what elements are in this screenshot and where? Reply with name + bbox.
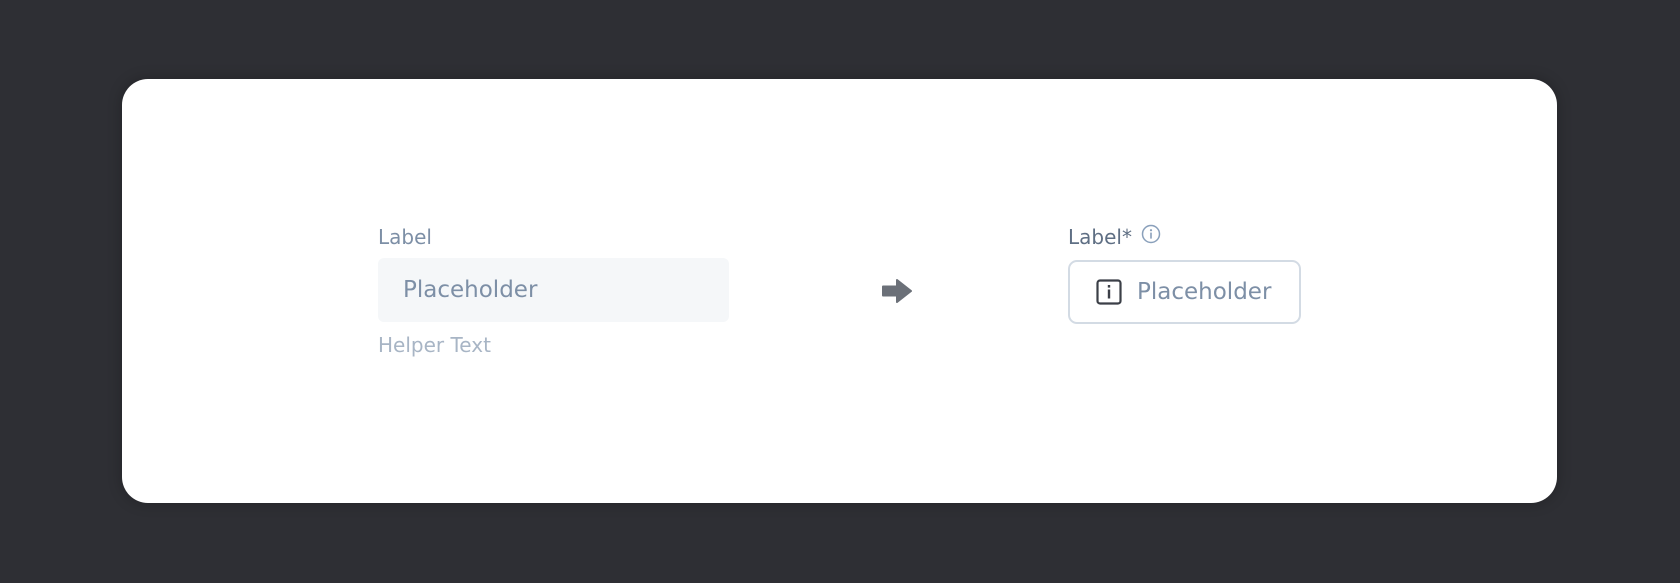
input-placeholder: Placeholder bbox=[1137, 279, 1272, 305]
input-placeholder: Placeholder bbox=[403, 277, 538, 303]
label-row: Label* bbox=[1068, 223, 1301, 251]
info-square-icon bbox=[1096, 279, 1122, 305]
comparison-card bbox=[122, 79, 1557, 503]
helper-text: Helper Text bbox=[378, 333, 491, 357]
text-field-filled-variant: Label Placeholder Helper Text bbox=[378, 224, 729, 358]
text-field-outlined-variant: Label* Placeholder bbox=[1068, 223, 1301, 324]
arrow-right-icon bbox=[882, 279, 912, 303]
info-circle-icon[interactable] bbox=[1141, 224, 1161, 244]
outlined-input[interactable]: Placeholder bbox=[1068, 260, 1301, 324]
field-label: Label bbox=[378, 225, 432, 249]
field-label-required: Label* bbox=[1068, 225, 1132, 249]
filled-input[interactable]: Placeholder bbox=[378, 258, 729, 322]
